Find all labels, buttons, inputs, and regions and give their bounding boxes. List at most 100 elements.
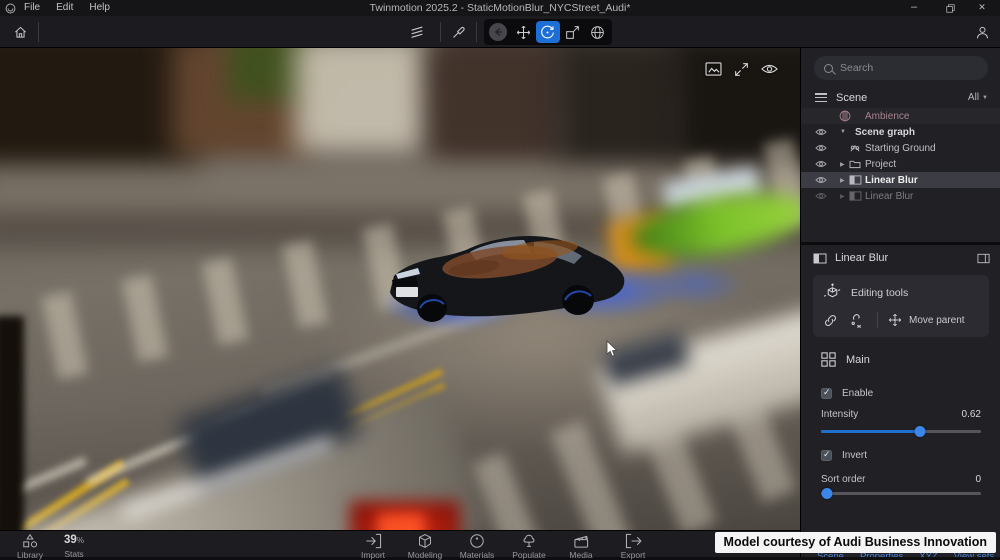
audi-car[interactable]: [382, 216, 642, 331]
scene-tree: Ambience ▼ Scene graph Starting Ground: [801, 108, 1000, 204]
bottom-dock: Library 39% Stats Import Modeling Materi…: [0, 530, 800, 557]
ground-icon: [849, 143, 861, 154]
scene-row-starting-ground[interactable]: Starting Ground: [801, 140, 1000, 156]
link-icon[interactable]: [823, 313, 849, 328]
toolbar-divider: [476, 22, 477, 42]
scene-panel-title: Scene: [836, 92, 867, 104]
back-button[interactable]: [487, 21, 511, 43]
scene-row-linear-blur[interactable]: ▶ Linear Blur: [801, 188, 1000, 204]
scene-menu-icon[interactable]: [815, 93, 827, 102]
titlebar: File Edit Help Twinmotion 2025.2 - Stati…: [0, 0, 1000, 16]
import-icon: [347, 533, 399, 549]
close-button[interactable]: ✕: [968, 0, 996, 16]
sort-order-slider[interactable]: [821, 488, 981, 499]
layers-button[interactable]: [405, 21, 429, 43]
modeling-button[interactable]: Modeling: [399, 533, 451, 560]
visibility-button[interactable]: [760, 60, 778, 78]
scene-row-ambience[interactable]: Ambience: [801, 108, 1000, 124]
export-button[interactable]: Export: [607, 533, 659, 560]
chevron-right-icon[interactable]: ▶: [840, 193, 845, 200]
search-icon: [824, 64, 833, 73]
world-space-button[interactable]: [586, 21, 610, 43]
enable-row: Enable: [821, 388, 873, 399]
right-panel: Scene All▼ Ambience ▼ Scene graph: [800, 48, 1000, 557]
populate-button[interactable]: Populate: [503, 533, 555, 560]
panel-collapse-icon[interactable]: [977, 253, 990, 264]
gizmo-toolbar: [484, 19, 612, 45]
eye-icon[interactable]: [815, 176, 827, 184]
eye-icon[interactable]: [815, 144, 827, 152]
scale-tool-button[interactable]: [561, 21, 585, 43]
thumbnail-frame-button[interactable]: [704, 60, 722, 78]
intensity-label: Intensity: [821, 409, 858, 420]
tree-icon: [503, 533, 555, 549]
window-title: Twinmotion 2025.2 - StaticMotionBlur_NYC…: [0, 0, 1000, 16]
rotate-tool-button[interactable]: [536, 21, 560, 43]
slider-knob[interactable]: [822, 488, 833, 499]
move-parent-button[interactable]: Move parent: [888, 313, 965, 327]
slider-track: [821, 492, 981, 495]
menu-help[interactable]: Help: [81, 0, 118, 16]
scene-row-linear-blur-selected[interactable]: ▶ Linear Blur: [801, 172, 1000, 188]
export-icon: [607, 533, 659, 549]
properties-header: Linear Blur: [801, 249, 1000, 267]
sort-order-value[interactable]: 0: [975, 474, 981, 485]
restore-button[interactable]: [936, 0, 964, 16]
eye-icon[interactable]: [815, 160, 827, 168]
menu-file[interactable]: File: [16, 0, 48, 16]
slider-knob[interactable]: [915, 426, 926, 437]
chevron-right-icon[interactable]: ▶: [840, 161, 845, 168]
scene-row-project[interactable]: ▶ Project: [801, 156, 1000, 172]
move-tool-button[interactable]: [511, 21, 535, 43]
search-box[interactable]: [814, 56, 988, 80]
ambience-icon: [839, 110, 851, 122]
media-button[interactable]: Media: [555, 533, 607, 560]
enable-checkbox[interactable]: [821, 388, 832, 399]
home-button[interactable]: [8, 21, 32, 43]
motion-blur-glow: [645, 262, 745, 307]
editing-tools-label: Editing tools: [851, 287, 908, 299]
invert-checkbox[interactable]: [821, 450, 832, 461]
minimize-button[interactable]: –: [900, 0, 928, 16]
invert-row: Invert: [821, 450, 867, 461]
chevron-down-icon[interactable]: ▼: [840, 129, 846, 135]
chevron-right-icon[interactable]: ▶: [840, 177, 845, 184]
eye-icon[interactable]: [815, 128, 827, 136]
toolbar: [0, 16, 1000, 48]
gizmo-icon: [823, 283, 842, 302]
toolbar-divider: [38, 22, 39, 42]
sphere-icon: [451, 533, 503, 549]
sort-order-label: Sort order: [821, 474, 865, 485]
detach-icon[interactable]: [849, 313, 875, 328]
toolbar-divider: [440, 22, 441, 42]
import-button[interactable]: Import: [347, 533, 399, 560]
search-input[interactable]: [840, 62, 970, 74]
intensity-value[interactable]: 0.62: [962, 409, 981, 420]
scene-row-scene-graph[interactable]: ▼ Scene graph: [801, 124, 1000, 140]
user-account-button[interactable]: [970, 21, 994, 43]
main-section-header: Main: [821, 352, 870, 367]
mouse-cursor: [606, 340, 619, 358]
materials-button[interactable]: Materials: [451, 533, 503, 560]
panel-divider: [801, 242, 1000, 245]
linear-blur-icon: [813, 253, 827, 264]
stats-button[interactable]: 39% Stats: [48, 533, 100, 559]
clapperboard-icon: [555, 533, 607, 549]
scene-panel-header: Scene All▼: [801, 89, 1000, 106]
eye-icon[interactable]: [815, 192, 827, 200]
expand-viewport-button[interactable]: [732, 60, 750, 78]
editing-tools-card: Editing tools Move parent: [813, 275, 989, 337]
scene-filter-dropdown[interactable]: All▼: [968, 92, 988, 103]
cube-icon: [399, 533, 451, 549]
slider-fill: [821, 430, 920, 433]
intensity-slider[interactable]: [821, 426, 981, 437]
chevron-down-icon: ▼: [982, 95, 988, 101]
model-credit-tooltip: Model courtesy of Audi Business Innovati…: [715, 532, 996, 553]
eyedropper-button[interactable]: [446, 21, 470, 43]
menu-edit[interactable]: Edit: [48, 0, 81, 16]
card-divider: [877, 312, 878, 328]
linear-blur-icon: [849, 175, 862, 185]
linear-blur-icon: [849, 191, 862, 201]
grid-icon: [821, 352, 836, 367]
viewport-render[interactable]: [0, 48, 800, 530]
